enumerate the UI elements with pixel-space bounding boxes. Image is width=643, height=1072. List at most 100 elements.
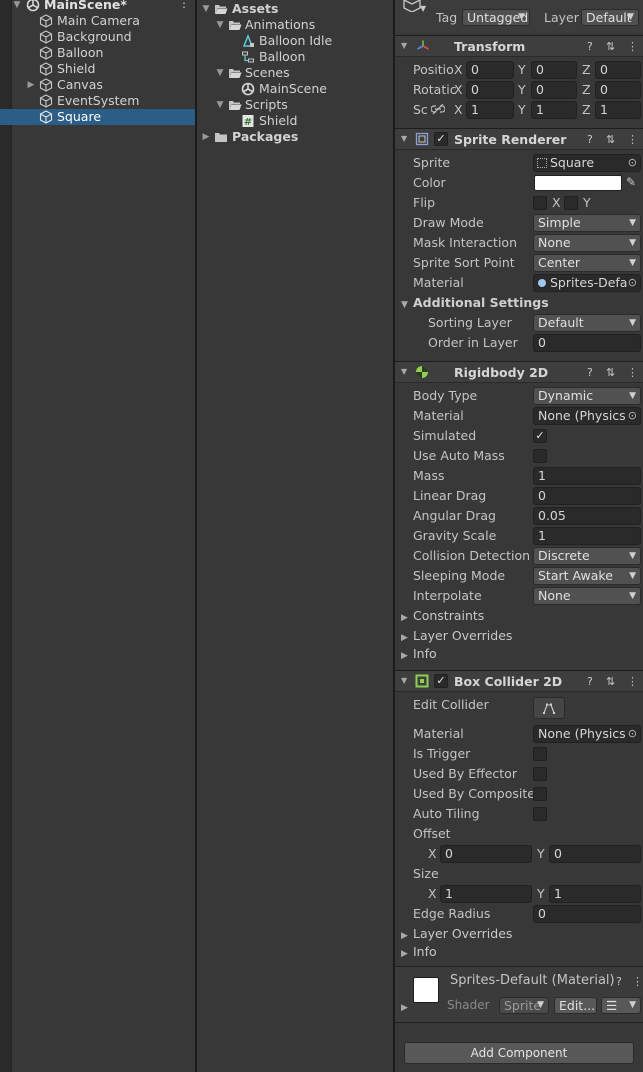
material-object-field[interactable]: Sprites-Defa ⊙ — [533, 274, 641, 292]
rotation-x-field[interactable]: 0 — [466, 81, 514, 99]
fold-arrow-icon[interactable]: ▶ — [201, 129, 211, 145]
fold-arrow-icon[interactable]: ▼ — [401, 134, 407, 143]
enabled-checkbox[interactable]: ✓ — [434, 132, 448, 146]
mass-field[interactable]: 1 — [533, 467, 641, 485]
sprite-object-field[interactable]: Square ⊙ — [533, 154, 641, 172]
mask-interaction-dropdown[interactable]: None ▼ — [533, 234, 641, 252]
body-type-dropdown[interactable]: Dynamic ▼ — [533, 387, 641, 405]
fold-arrow-icon[interactable]: ▼ — [401, 367, 407, 376]
constraints-foldout[interactable]: ▶ Constraints — [401, 607, 484, 625]
component-menu-icon[interactable]: ⋮ — [632, 975, 643, 988]
position-x-field[interactable]: 0 — [466, 61, 514, 79]
color-swatch[interactable] — [534, 175, 622, 191]
layer-overrides-foldout[interactable]: ▶ Layer Overrides — [401, 627, 512, 645]
fold-arrow-icon[interactable]: ▼ — [12, 0, 22, 13]
sprite-renderer-header[interactable]: ▼ ✓ Sprite Renderer ? ⇅ ⋮ — [395, 128, 643, 150]
offset-x-field[interactable]: 0 — [440, 845, 532, 863]
layer-dropdown[interactable]: Default ▼ — [581, 9, 639, 26]
presets-icon[interactable]: ⇅ — [606, 366, 615, 379]
flip-y-checkbox[interactable] — [564, 196, 578, 210]
transform-header[interactable]: ▼ Transform ? ⇅ ⋮ — [395, 35, 643, 57]
object-picker-icon[interactable]: ⊙ — [627, 408, 637, 424]
info-foldout[interactable]: ▶ Info — [401, 943, 437, 961]
collision-detection-dropdown[interactable]: Discrete ▼ — [533, 547, 641, 565]
hierarchy-item-shield[interactable]: Shield — [12, 61, 195, 77]
scene-root[interactable]: ▼ MainScene* ⋮ — [12, 0, 195, 13]
shader-edit-button[interactable]: Edit... — [554, 997, 597, 1014]
edit-collider-button[interactable] — [533, 697, 565, 719]
presets-icon[interactable]: ⇅ — [606, 40, 615, 53]
sprite-sort-point-dropdown[interactable]: Center ▼ — [533, 254, 641, 272]
interpolate-dropdown[interactable]: None ▼ — [533, 587, 641, 605]
collider-material-field[interactable]: None (Physics ⊙ — [533, 725, 641, 743]
rotation-y-field[interactable]: 0 — [531, 81, 577, 99]
help-icon[interactable]: ? — [587, 40, 593, 53]
help-icon[interactable]: ? — [616, 975, 622, 988]
scale-x-field[interactable]: 1 — [466, 101, 514, 119]
component-menu-icon[interactable]: ⋮ — [627, 675, 638, 688]
shader-dropdown[interactable]: Sprite ▼ — [499, 997, 549, 1014]
used-by-effector-checkbox[interactable] — [533, 767, 547, 781]
rigidbody2d-header[interactable]: ▼ Rigidbody 2D ? ⇅ ⋮ — [395, 361, 643, 383]
info-foldout[interactable]: ▶ Info — [401, 645, 437, 663]
layer-overrides-foldout[interactable]: ▶ Layer Overrides — [401, 925, 512, 943]
object-picker-icon[interactable]: ⊙ — [627, 275, 637, 291]
gravity-scale-field[interactable]: 1 — [533, 527, 641, 545]
simulated-checkbox[interactable]: ✓ — [533, 429, 547, 443]
offset-y-field[interactable]: 0 — [549, 845, 641, 863]
eyedropper-icon[interactable]: ✎ — [626, 175, 636, 189]
linear-drag-field[interactable]: 0 — [533, 487, 641, 505]
hierarchy-item-square[interactable]: Square — [0, 109, 195, 125]
hierarchy-item-balloon[interactable]: Balloon — [12, 45, 195, 61]
box-collider2d-header[interactable]: ▼ ✓ Box Collider 2D ? ⇅ ⋮ — [395, 670, 643, 692]
position-y-field[interactable]: 0 — [531, 61, 577, 79]
help-icon[interactable]: ? — [587, 366, 593, 379]
edge-radius-field[interactable]: 0 — [533, 905, 641, 923]
scale-z-field[interactable]: 1 — [595, 101, 641, 119]
hierarchy-item-background[interactable]: Background — [12, 29, 195, 45]
component-menu-icon[interactable]: ⋮ — [627, 40, 638, 53]
angular-drag-field[interactable]: 0.05 — [533, 507, 641, 525]
size-x-field[interactable]: 1 — [440, 885, 532, 903]
sleeping-mode-dropdown[interactable]: Start Awake ▼ — [533, 567, 641, 585]
fold-arrow-icon[interactable]: ▶ — [26, 77, 36, 93]
fold-arrow-icon[interactable]: ▼ — [215, 97, 225, 113]
chevron-down-icon[interactable]: ▼ — [420, 4, 426, 13]
draw-mode-dropdown[interactable]: Simple ▼ — [533, 214, 641, 232]
used-by-composite-checkbox[interactable] — [533, 787, 547, 801]
flip-x-checkbox[interactable] — [533, 196, 547, 210]
tag-dropdown[interactable]: Untagged ▼ — [462, 9, 530, 26]
add-component-button[interactable]: Add Component — [404, 1042, 634, 1064]
fold-arrow-icon[interactable]: ▼ — [201, 1, 211, 17]
size-y-field[interactable]: 1 — [549, 885, 641, 903]
scene-menu-icon[interactable]: ⋮ — [178, 0, 190, 11]
physics-material-field[interactable]: None (Physics ⊙ — [533, 407, 641, 425]
fold-arrow-icon[interactable]: ▶ — [401, 1003, 408, 1013]
fold-arrow-icon[interactable]: ▼ — [215, 17, 225, 33]
auto-tiling-checkbox[interactable] — [533, 807, 547, 821]
component-menu-icon[interactable]: ⋮ — [627, 366, 638, 379]
presets-icon[interactable]: ⇅ — [606, 675, 615, 688]
object-picker-icon[interactable]: ⊙ — [627, 726, 637, 742]
hierarchy-item-eventsystem[interactable]: EventSystem — [12, 93, 195, 109]
shader-options-dropdown[interactable]: ☰ ▼ — [601, 997, 641, 1014]
is-trigger-checkbox[interactable] — [533, 747, 547, 761]
component-menu-icon[interactable]: ⋮ — [627, 133, 638, 146]
scale-y-field[interactable]: 1 — [531, 101, 577, 119]
fold-arrow-icon[interactable]: ▼ — [401, 41, 407, 50]
hierarchy-item-main-camera[interactable]: Main Camera — [12, 13, 195, 29]
sorting-layer-dropdown[interactable]: Default ▼ — [533, 314, 641, 332]
constrain-proportions-icon[interactable] — [431, 103, 445, 115]
presets-icon[interactable]: ⇅ — [606, 133, 615, 146]
rotation-z-field[interactable]: 0 — [595, 81, 641, 99]
use-auto-mass-checkbox[interactable] — [533, 449, 547, 463]
object-picker-icon[interactable]: ⊙ — [628, 155, 637, 171]
hierarchy-item-canvas[interactable]: ▶ Canvas — [12, 77, 195, 93]
enabled-checkbox[interactable]: ✓ — [434, 674, 448, 688]
order-in-layer-field[interactable]: 0 — [533, 334, 641, 352]
help-icon[interactable]: ? — [587, 675, 593, 688]
fold-arrow-icon[interactable]: ▼ — [401, 676, 407, 685]
position-z-field[interactable]: 0 — [595, 61, 641, 79]
help-icon[interactable]: ? — [587, 133, 593, 146]
additional-settings-foldout[interactable]: ▼ Additional Settings — [401, 294, 549, 312]
